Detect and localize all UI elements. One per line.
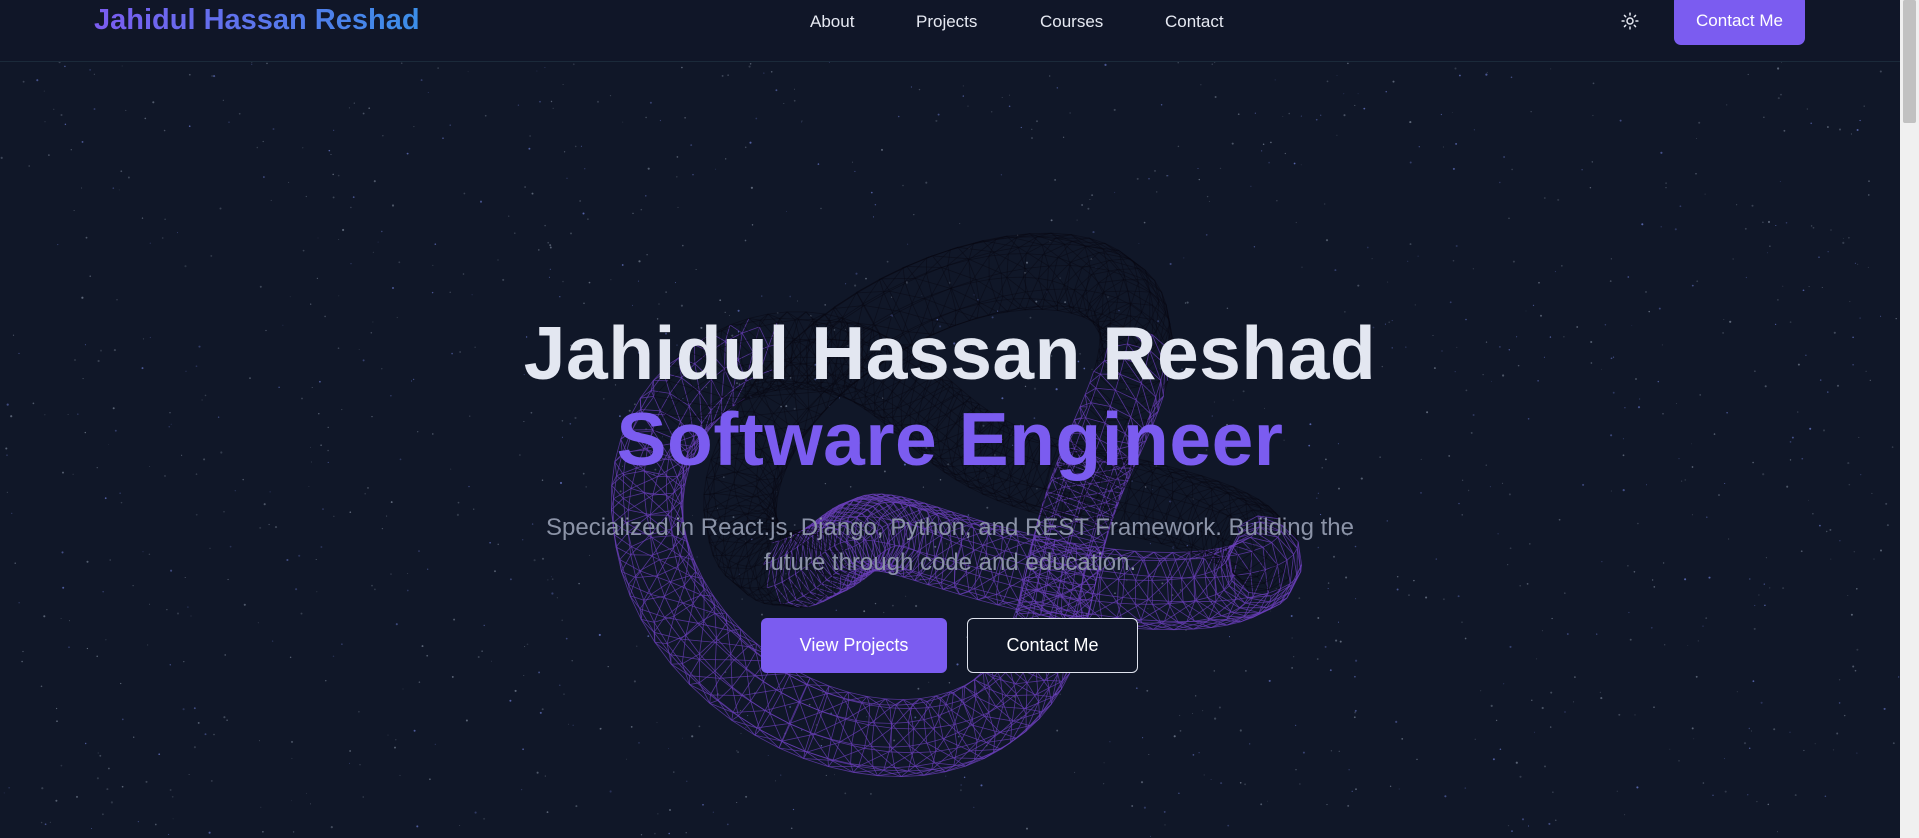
page: Jahidul Hassan Reshad About Projects Cou… xyxy=(0,0,1919,838)
contact-me-button[interactable]: Contact Me xyxy=(967,618,1138,673)
brand-logo[interactable]: Jahidul Hassan Reshad xyxy=(94,4,420,37)
view-projects-button[interactable]: View Projects xyxy=(761,618,947,673)
nav-link-about[interactable]: About xyxy=(810,10,854,34)
scrollbar[interactable] xyxy=(1900,0,1919,838)
nav-link-courses[interactable]: Courses xyxy=(1040,10,1103,34)
hero-subtitle: Software Engineer xyxy=(616,397,1284,481)
scrollbar-thumb[interactable] xyxy=(1903,0,1916,123)
hero-section: Jahidul Hassan Reshad Software Engineer … xyxy=(0,0,1900,838)
nav-link-projects[interactable]: Projects xyxy=(916,10,977,34)
nav-link-contact[interactable]: Contact xyxy=(1165,10,1224,34)
nav-contact-button[interactable]: Contact Me xyxy=(1674,0,1805,45)
hero-description: Specialized in React.js, Django, Python,… xyxy=(546,514,1354,576)
theme-toggle-button[interactable] xyxy=(1618,9,1642,33)
hero-title: Jahidul Hassan Reshad xyxy=(523,311,1377,395)
sun-icon xyxy=(1621,12,1639,30)
navbar: Jahidul Hassan Reshad About Projects Cou… xyxy=(0,0,1900,62)
